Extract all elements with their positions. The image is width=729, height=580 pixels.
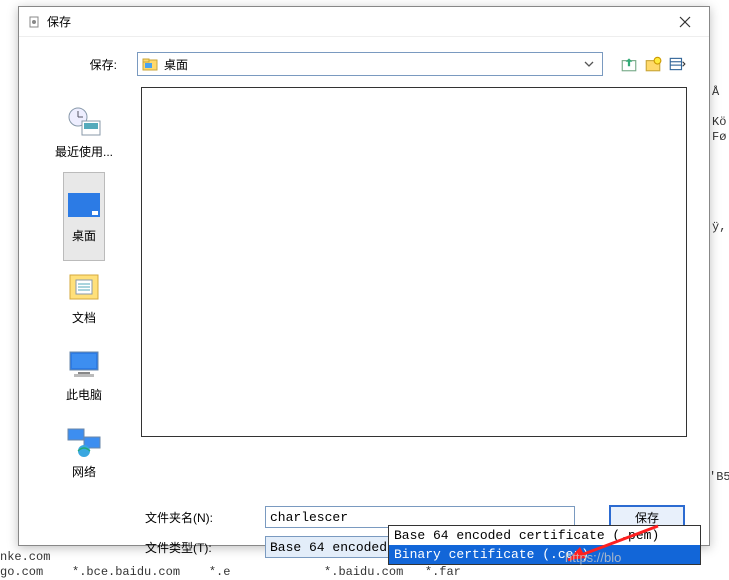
filename-label: 文件夹名(N): [145, 509, 265, 526]
filetype-option[interactable]: Base 64 encoded certificate (.pem) [389, 526, 700, 545]
filetype-dropdown: Base 64 encoded certificate (.pem) Binar… [388, 525, 701, 565]
places-sidebar: 最近使用... 桌面 文档 此电脑 网络 [29, 87, 139, 492]
bg-right-5: 'B5 [709, 470, 729, 484]
sidebar-item-recent[interactable]: 最近使用... [29, 95, 139, 172]
file-list-pane[interactable] [141, 87, 687, 437]
close-button[interactable] [665, 8, 705, 36]
main-area: 最近使用... 桌面 文档 此电脑 网络 [29, 87, 687, 492]
location-combobox[interactable]: 桌面 [137, 52, 603, 76]
sidebar-item-label: 文档 [29, 309, 139, 326]
chevron-down-icon [580, 54, 598, 74]
bg-line-2: go.com *.bce.baidu.com *.e *.baidu.com *… [0, 565, 461, 579]
location-value: 桌面 [164, 56, 580, 73]
sidebar-item-thispc[interactable]: 此电脑 [29, 338, 139, 415]
desktop-icon [64, 189, 104, 223]
sidebar-item-network[interactable]: 网络 [29, 415, 139, 492]
sidebar-item-documents[interactable]: 文档 [29, 261, 139, 338]
sidebar-item-label: 最近使用... [29, 143, 139, 160]
network-icon [64, 425, 104, 459]
watermark: https://blo [565, 550, 621, 565]
app-icon [27, 15, 41, 29]
location-row: 保存: 桌面 [29, 51, 687, 77]
dialog-title: 保存 [47, 13, 665, 30]
up-folder-button[interactable] [619, 54, 639, 74]
titlebar: 保存 [19, 7, 709, 37]
sidebar-item-desktop[interactable]: 桌面 [63, 172, 105, 261]
bg-right-2: Kö [712, 115, 726, 129]
filetype-option[interactable]: Binary certificate (.cer) [389, 545, 700, 564]
view-options-button[interactable] [667, 54, 687, 74]
location-label: 保存: [29, 56, 137, 73]
recent-icon [64, 105, 104, 139]
filetype-label: 文件类型(T): [145, 539, 265, 556]
sidebar-item-label: 桌面 [64, 227, 104, 244]
bg-right-4: ÿ, [712, 220, 726, 234]
bg-right-3: Fø [712, 130, 726, 144]
sidebar-item-label: 此电脑 [29, 386, 139, 403]
documents-icon [64, 271, 104, 305]
folder-icon [142, 56, 158, 72]
computer-icon [64, 348, 104, 382]
new-folder-button[interactable] [643, 54, 663, 74]
sidebar-item-label: 网络 [29, 463, 139, 480]
bg-right-1: Å [712, 85, 719, 99]
save-dialog: 保存 保存: 桌面 [18, 6, 710, 546]
